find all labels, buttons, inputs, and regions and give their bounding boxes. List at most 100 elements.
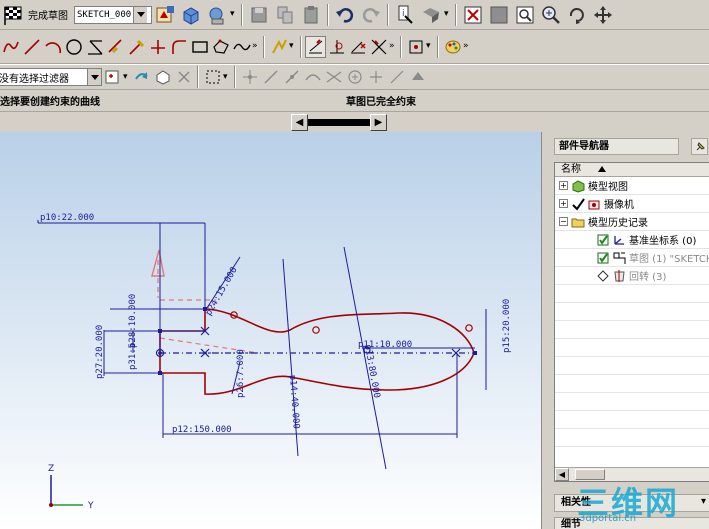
snap-arc-center-icon[interactable]: [344, 66, 365, 88]
checkbox-checked-icon[interactable]: [595, 251, 611, 265]
tree-item-model-history[interactable]: − 模型历史记录: [555, 213, 709, 231]
color-palette-icon[interactable]: [442, 36, 463, 58]
chevron-down-icon[interactable]: [87, 69, 101, 85]
shaded-view-icon[interactable]: [486, 2, 512, 28]
polygon-icon[interactable]: [210, 36, 231, 58]
snap-endpoint-icon[interactable]: [260, 66, 281, 88]
tree-item-model-views[interactable]: + 模型视图: [555, 177, 709, 195]
quick-extend-icon[interactable]: [126, 36, 147, 58]
select-feature-icon[interactable]: [173, 66, 194, 88]
overflow-chevron-icon[interactable]: »: [463, 42, 471, 51]
circle-icon[interactable]: [63, 36, 84, 58]
fillet-icon[interactable]: [168, 36, 189, 58]
copy-icon[interactable]: [272, 2, 298, 28]
name-column-header[interactable]: 名称: [555, 163, 709, 177]
spline-icon[interactable]: [231, 36, 252, 58]
save-icon[interactable]: [246, 2, 272, 28]
tree-item-cameras[interactable]: + 摄像机: [555, 195, 709, 213]
snap-midpoint-icon[interactable]: [281, 66, 302, 88]
scroll-right-icon[interactable]: ▶: [370, 114, 387, 131]
undo-icon[interactable]: [332, 2, 358, 28]
selection-filter-dropdown[interactable]: 没有选择过滤器: [0, 68, 102, 86]
dimension-p12[interactable]: p12:150.000: [172, 425, 232, 435]
overflow-chevron-icon[interactable]: »: [389, 42, 397, 51]
graphics-window[interactable]: p10:22.000 p11:10.000 p12:150.000 p13:80…: [0, 132, 541, 529]
tree-item-datum-csys[interactable]: 基准坐标系 (0): [555, 231, 709, 249]
dimension-p14[interactable]: p14:40.000: [287, 375, 301, 430]
overflow-chevron-icon[interactable]: ▾: [426, 42, 434, 51]
chevron-down-icon[interactable]: [133, 6, 148, 23]
trim-corner-icon[interactable]: [147, 36, 168, 58]
overflow-chevron-icon[interactable]: ▾: [123, 72, 131, 82]
snap-existing-point-icon[interactable]: [386, 66, 407, 88]
line-icon[interactable]: [21, 36, 42, 58]
sort-ascending-icon[interactable]: [598, 166, 607, 172]
part-navigator-title[interactable]: 部件导航器: [554, 138, 679, 155]
deselect-arrow-icon[interactable]: [131, 66, 152, 88]
info-query-icon[interactable]: i: [392, 2, 418, 28]
scroll-left-icon[interactable]: ◀: [555, 468, 569, 481]
overflow-chevron-icon[interactable]: ▾: [223, 72, 231, 82]
snap-control-point-icon[interactable]: [302, 66, 323, 88]
dimension-p31[interactable]: p31:5: [128, 343, 138, 370]
sketch-orient-view-icon[interactable]: [152, 2, 178, 28]
finish-sketch-flag-icon[interactable]: [0, 2, 26, 28]
sketch-name-dropdown[interactable]: SKETCH_000: [74, 5, 152, 24]
finish-sketch-label[interactable]: 完成草图: [28, 7, 68, 22]
tree-item-revolve[interactable]: 回转 (3): [555, 267, 709, 285]
sketch-style-icon[interactable]: [204, 2, 230, 28]
rotate-view-icon[interactable]: [564, 2, 590, 28]
snap-on-curve-icon[interactable]: [407, 66, 428, 88]
scroll-thumb[interactable]: [575, 469, 605, 480]
overflow-chevron-icon[interactable]: ▾: [230, 10, 238, 19]
snap-quadrant-icon[interactable]: [365, 66, 386, 88]
collapse-icon[interactable]: −: [559, 217, 568, 226]
dimension-p27[interactable]: p27:20.000: [95, 325, 105, 379]
checkbox-checked-icon[interactable]: [595, 233, 611, 247]
pin-icon[interactable]: [691, 138, 708, 155]
display-mode-icon[interactable]: [418, 2, 444, 28]
auto-constrain-icon[interactable]: [347, 36, 368, 58]
sketch-drawing[interactable]: p10:22.000 p11:10.000 p12:150.000 p13:80…: [0, 132, 541, 529]
dimension-p26[interactable]: p26:7.000: [236, 349, 246, 398]
pan-view-icon[interactable]: [590, 2, 616, 28]
horizontal-scrollbar[interactable]: ◀ ▶: [291, 114, 387, 131]
relations-panel-header[interactable]: 相关性: [554, 494, 709, 512]
dimension-p15[interactable]: p15:20.000: [502, 299, 512, 353]
geometric-constraint-icon[interactable]: [326, 36, 347, 58]
scroll-thumb[interactable]: [308, 114, 370, 131]
show-remove-constraints-icon[interactable]: [368, 36, 389, 58]
dimension-p24[interactable]: p24:15.000: [204, 266, 240, 318]
navigator-tree[interactable]: 名称 + 模型视图 + 摄像机 − 模型历史记录 基准坐标系 (0) 草图 (1…: [554, 162, 709, 482]
overflow-chevron-icon[interactable]: ▾: [444, 10, 452, 19]
scroll-left-icon[interactable]: ◀: [291, 114, 308, 131]
snap-intersection-icon[interactable]: [323, 66, 344, 88]
dimension-p28[interactable]: p28:10.000: [128, 294, 138, 348]
select-body-icon[interactable]: [152, 66, 173, 88]
rectangle-icon[interactable]: [189, 36, 210, 58]
dimension-constraint-icon[interactable]: [305, 35, 326, 58]
reference-point-icon[interactable]: [405, 36, 426, 58]
tree-item-sketch[interactable]: 草图 (1) "SKETCH_000": [555, 249, 709, 267]
overflow-chevron-icon[interactable]: ▾: [289, 42, 297, 51]
zoom-icon[interactable]: [538, 2, 564, 28]
dimension-p13[interactable]: p13:80.000: [362, 344, 381, 399]
tree-horizontal-scrollbar[interactable]: ◀: [555, 467, 709, 481]
profile-icon[interactable]: [0, 36, 21, 58]
arc-icon[interactable]: [42, 36, 63, 58]
derived-line-icon[interactable]: [84, 36, 105, 58]
select-options-icon[interactable]: [102, 66, 123, 88]
snap-point-icon[interactable]: [239, 66, 260, 88]
details-panel-header[interactable]: 细节: [554, 517, 709, 529]
reattach-icon[interactable]: [178, 2, 204, 28]
expand-icon[interactable]: +: [559, 181, 568, 190]
overflow-chevron-icon[interactable]: »: [252, 42, 260, 51]
rectangle-select-icon[interactable]: [202, 66, 223, 88]
dimension-p10[interactable]: p10:22.000: [40, 213, 94, 223]
inferred-constraints-icon[interactable]: [268, 36, 289, 58]
expand-icon[interactable]: +: [559, 199, 568, 208]
zoom-window-icon[interactable]: [512, 2, 538, 28]
fit-view-icon[interactable]: [460, 2, 486, 28]
paste-icon[interactable]: [298, 2, 324, 28]
quick-trim-icon[interactable]: [105, 36, 126, 58]
